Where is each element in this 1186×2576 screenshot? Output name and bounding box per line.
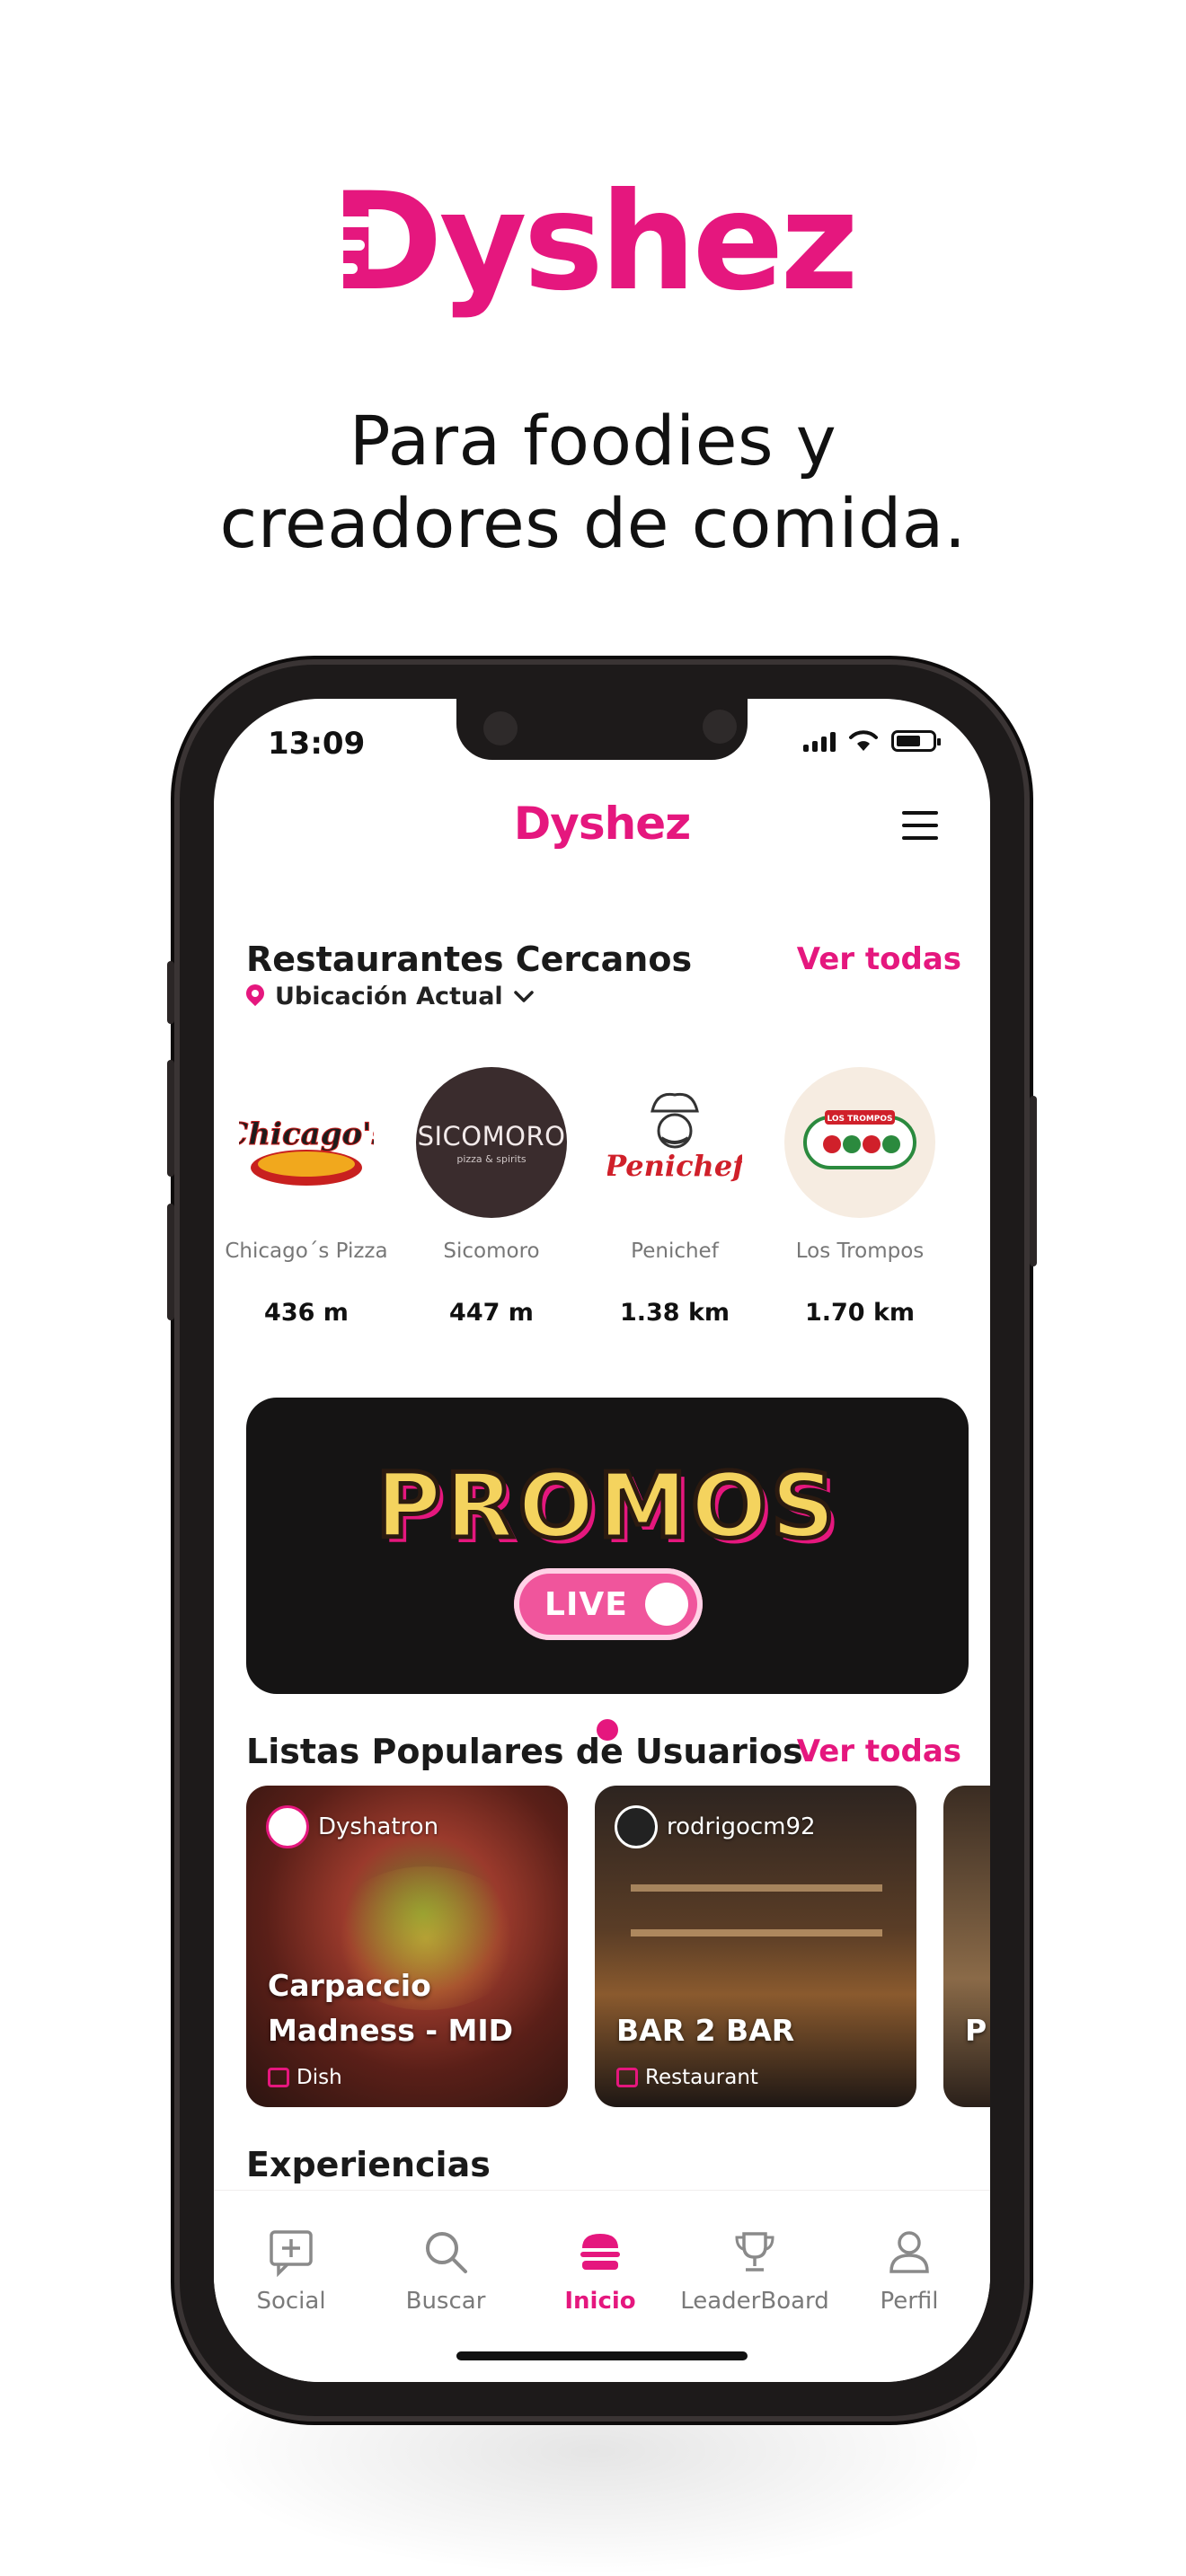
list-card[interactable]: P (943, 1786, 990, 2107)
phone-volume-up (167, 1060, 174, 1177)
status-icons (803, 729, 941, 753)
chevron-down-icon (513, 990, 534, 1002)
see-all-lists-link[interactable]: Ver todas (797, 1734, 961, 1769)
restaurant-name: Los Trompos (795, 1239, 925, 1263)
see-all-nearby-link[interactable]: Ver todas (797, 941, 961, 977)
headline-line-2: creadores de comida. (219, 483, 967, 563)
status-time: 13:09 (268, 726, 366, 762)
list-card-title: P (965, 2013, 987, 2048)
live-label: LIVE (544, 1585, 628, 1623)
tab-label: LeaderBoard (680, 2288, 829, 2315)
avatar (615, 1805, 658, 1848)
chat-plus-icon (270, 2230, 313, 2278)
restaurant-item[interactable]: SICOMORO pizza & spirits Sicomoro 447 m (406, 1067, 577, 1327)
tab-label: Social (256, 2288, 326, 2315)
restaurant-distance: 447 m (449, 1299, 534, 1327)
live-toggle[interactable]: LIVE (514, 1568, 703, 1640)
signal-icon (803, 730, 836, 752)
svg-text:LOS TROMPOS: LOS TROMPOS (827, 1115, 892, 1124)
section-title-nearby: Restaurantes Cercanos (246, 940, 693, 979)
tab-perfil[interactable]: Perfil (832, 2227, 987, 2315)
location-selector[interactable]: Ubicación Actual (246, 983, 534, 1010)
list-card-title: Carpaccio Madness - MID (268, 1968, 514, 2048)
brand-logo: Dyshez (323, 171, 863, 314)
home-indicator[interactable] (456, 2351, 748, 2360)
tab-inicio[interactable]: Inicio (523, 2227, 677, 2315)
svg-text:Chicago's: Chicago's (239, 1116, 374, 1152)
phone-screen: 13:09 Dyshez Restaurantes Cercanos Ver t… (214, 699, 990, 2382)
battery-icon (891, 730, 941, 752)
phone-volume-down (167, 1204, 174, 1320)
list-card[interactable]: Dyshatron Carpaccio Madness - MID Dish (246, 1786, 568, 2107)
brand-speed-mark: Dyshez (331, 175, 859, 310)
restaurant-carousel[interactable]: Chicago's Chicago´s Pizza 436 m SICOMORO… (214, 1067, 990, 1354)
avatar (266, 1805, 309, 1848)
phone-mute-switch (167, 961, 174, 1024)
trophy-icon (735, 2232, 774, 2272)
user-icon (890, 2231, 929, 2273)
promo-banner[interactable]: PROMOS LIVE (246, 1398, 969, 1694)
phone-power-button (1030, 1096, 1037, 1266)
notch (456, 699, 748, 760)
svg-text:Penichef: Penichef (607, 1149, 742, 1183)
restaurant-logo: LOS TROMPOS (784, 1067, 935, 1218)
username: rodrigocm92 (667, 1813, 816, 1840)
section-title-popular-lists: Listas Populares de Usuarios (246, 1732, 803, 1771)
restaurant-distance: 1.38 km (619, 1299, 730, 1327)
headline-line-1: Para foodies y (349, 401, 837, 481)
phone-frame: 13:09 Dyshez Restaurantes Cercanos Ver t… (167, 665, 1037, 2416)
restaurant-logo: Penichef (599, 1067, 750, 1218)
restaurant-name: Chicago´s Pizza (225, 1239, 388, 1263)
restaurant-icon (616, 2068, 638, 2087)
tab-label: Perfil (880, 2288, 939, 2315)
restaurant-logo: Chicago's (231, 1067, 382, 1218)
restaurant-item[interactable]: LOS TROMPOS Los Trompos 1.70 km (774, 1067, 945, 1327)
list-card-title: BAR 2 BAR (616, 2013, 795, 2048)
tab-buscar[interactable]: Buscar (368, 2227, 523, 2315)
hamburger-menu-icon[interactable] (902, 811, 938, 840)
tab-leaderboard[interactable]: LeaderBoard (677, 2227, 832, 2315)
list-card-user[interactable]: Dyshatron (266, 1805, 438, 1848)
search-icon (426, 2232, 467, 2273)
list-card[interactable]: rodrigocm92 BAR 2 BAR Restaurant (595, 1786, 916, 2107)
restaurant-logo: SICOMORO pizza & spirits (416, 1067, 567, 1218)
restaurant-distance: 1.70 km (804, 1299, 916, 1327)
burger-icon (580, 2234, 620, 2270)
restaurant-item[interactable]: Penichef Penichef 1.38 km (589, 1067, 760, 1327)
headline: Para foodies y creadores de comida. (0, 400, 1186, 565)
location-label: Ubicación Actual (275, 983, 503, 1010)
tab-label: Buscar (405, 2288, 486, 2315)
dish-icon (268, 2068, 289, 2087)
wifi-icon (849, 730, 878, 751)
list-card-user[interactable]: rodrigocm92 (615, 1805, 816, 1848)
location-pin-icon (246, 984, 264, 1010)
restaurant-name: Sicomoro (443, 1239, 540, 1263)
promo-title: PROMOS (374, 1451, 839, 1561)
restaurant-name: Penichef (631, 1239, 719, 1263)
toggle-knob (645, 1583, 688, 1626)
list-card-type: Restaurant (616, 2066, 758, 2089)
list-card-type: Dish (268, 2066, 342, 2089)
tab-social[interactable]: Social (214, 2227, 368, 2315)
popular-lists-carousel[interactable]: Dyshatron Carpaccio Madness - MID Dish r… (246, 1786, 990, 2109)
tab-label: Inicio (564, 2288, 636, 2315)
app-logo[interactable]: Dyshez (214, 798, 990, 850)
brand-wordmark: Dyshez (331, 164, 858, 321)
section-title-experiences: Experiencias (246, 2145, 491, 2184)
username: Dyshatron (318, 1813, 439, 1840)
restaurant-item[interactable]: Chicago's Chicago´s Pizza 436 m (221, 1067, 392, 1327)
restaurant-distance: 436 m (264, 1299, 349, 1327)
